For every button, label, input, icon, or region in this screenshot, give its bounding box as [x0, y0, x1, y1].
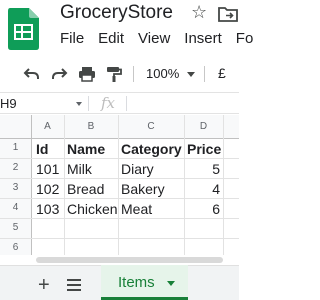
column-header-b[interactable]: B: [64, 115, 118, 138]
cell-d2[interactable]: 5: [185, 159, 220, 179]
column-header-a[interactable]: A: [31, 115, 64, 138]
add-sheet-icon[interactable]: +: [38, 275, 50, 295]
print-icon[interactable]: [78, 65, 96, 83]
chevron-down-icon[interactable]: [187, 72, 195, 77]
cell-d3[interactable]: 4: [185, 179, 220, 199]
formula-divider: [126, 96, 127, 111]
menu-view[interactable]: View: [138, 29, 170, 49]
paint-format-icon[interactable]: [105, 65, 123, 83]
row-header-6[interactable]: 6: [0, 238, 31, 255]
row-header-1[interactable]: 1: [0, 138, 31, 158]
sheet-tab-items[interactable]: Items: [101, 265, 188, 300]
row-header-2[interactable]: 2: [0, 158, 31, 178]
star-icon[interactable]: ☆: [191, 1, 207, 23]
row-header-4[interactable]: 4: [0, 198, 31, 218]
cell-a4[interactable]: 103: [36, 199, 63, 219]
gridline: [0, 238, 239, 239]
header-border: [31, 115, 32, 255]
gridline: [64, 115, 65, 255]
row-header-3[interactable]: 3: [0, 178, 31, 198]
cell-c4[interactable]: Meat: [121, 199, 183, 219]
fx-icon: fx: [101, 94, 116, 112]
menu-edit[interactable]: Edit: [98, 29, 124, 49]
name-box[interactable]: H9: [0, 96, 17, 112]
undo-icon[interactable]: [22, 65, 40, 83]
horizontal-scrollbar-thumb[interactable]: [36, 257, 223, 263]
move-to-folder-icon[interactable]: [217, 5, 239, 23]
gridline: [223, 115, 224, 255]
cell-b4[interactable]: Chicken: [67, 199, 117, 219]
toolbar-divider: [133, 66, 134, 82]
column-header-d[interactable]: D: [184, 115, 223, 138]
redo-icon[interactable]: [51, 65, 69, 83]
cell-b3[interactable]: Bread: [67, 179, 117, 199]
all-sheets-icon[interactable]: [67, 279, 81, 291]
menu-bar: File Edit View Insert Fo: [60, 29, 267, 49]
cell-c2[interactable]: Diary: [121, 159, 183, 179]
formula-divider: [88, 96, 89, 111]
spreadsheet-grid[interactable]: A B C D 1 2 3 4 5 6 Id Name Category Pri…: [0, 115, 239, 255]
cell-c1[interactable]: Category: [121, 139, 184, 159]
cell-b1[interactable]: Name: [67, 139, 117, 159]
column-header-c[interactable]: C: [118, 115, 184, 138]
cell-d1[interactable]: Price: [187, 139, 223, 159]
sheet-tab-label: Items: [118, 274, 155, 291]
cell-a3[interactable]: 102: [36, 179, 63, 199]
doc-title[interactable]: GroceryStore: [60, 1, 173, 25]
cell-a2[interactable]: 101: [36, 159, 63, 179]
zoom-select[interactable]: 100%: [146, 65, 179, 83]
cell-b2[interactable]: Milk: [67, 159, 117, 179]
formula-bar: H9 fx: [0, 92, 239, 114]
gridline: [118, 115, 119, 255]
menu-format[interactable]: Fo: [236, 29, 254, 49]
cell-d4[interactable]: 6: [185, 199, 220, 219]
toolbar: 100% £: [0, 58, 239, 89]
format-currency-button[interactable]: £: [218, 64, 226, 82]
toolbar-divider: [204, 66, 205, 82]
chevron-down-icon[interactable]: [167, 281, 175, 286]
sheets-logo-icon[interactable]: [8, 8, 39, 50]
cell-a1[interactable]: Id: [36, 139, 63, 159]
menu-file[interactable]: File: [60, 29, 84, 49]
menu-insert[interactable]: Insert: [184, 29, 222, 49]
chevron-down-icon[interactable]: [76, 102, 82, 106]
row-header-5[interactable]: 5: [0, 218, 31, 238]
cell-c3[interactable]: Bakery: [121, 179, 183, 199]
